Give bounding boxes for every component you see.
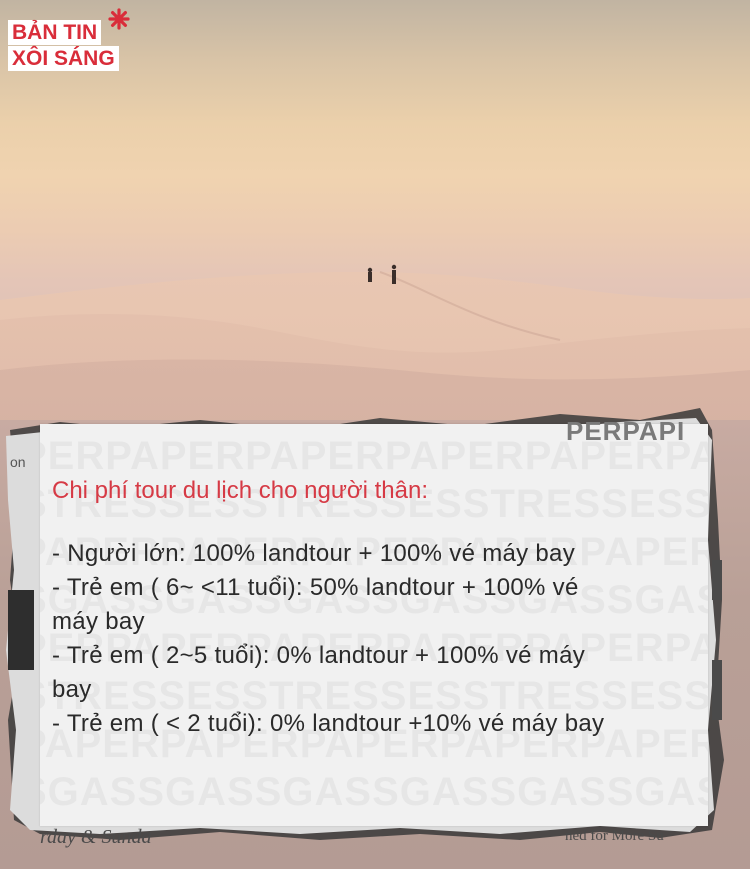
card-content: Chi phí tour du lịch cho người thân: - N…	[52, 474, 692, 741]
card-line: máy bay	[52, 608, 145, 635]
fragment-top-right: PERPAPI	[566, 416, 686, 446]
card-line: - Trẻ em ( 6~ <11 tuổi): 50% landtour + …	[52, 574, 579, 601]
torn-paper-card: PERPAPERPAPERPAPERPAPERPAPERPAPER STRESS…	[0, 400, 750, 869]
logo-line-1: BẢN TIN	[8, 20, 102, 45]
card-line: - Người lớn: 100% landtour + 100% vé máy…	[52, 540, 576, 567]
logo-line-2: XÔI SÁNG	[8, 46, 119, 71]
fragment-bottom-right: ned for More Su	[565, 828, 664, 844]
paper-sheet: PERPAPERPAPERPAPERPAPERPAPERPAPER STRESS…	[40, 424, 708, 826]
card-line: - Trẻ em ( 2~5 tuổi): 0% landtour + 100%…	[52, 642, 586, 669]
fragment-bottom-left: rday & Sunda	[40, 826, 152, 848]
logo: BẢN TIN XÔI SÁNG	[8, 8, 138, 74]
card-title: Chi phí tour du lịch cho người thân:	[52, 477, 429, 504]
fragment-left-edge: on	[10, 454, 26, 470]
card-line: bay	[52, 676, 92, 703]
asterisk-star-icon	[108, 8, 130, 30]
card-line: - Trẻ em ( < 2 tuổi): 0% landtour +10% v…	[52, 710, 605, 737]
